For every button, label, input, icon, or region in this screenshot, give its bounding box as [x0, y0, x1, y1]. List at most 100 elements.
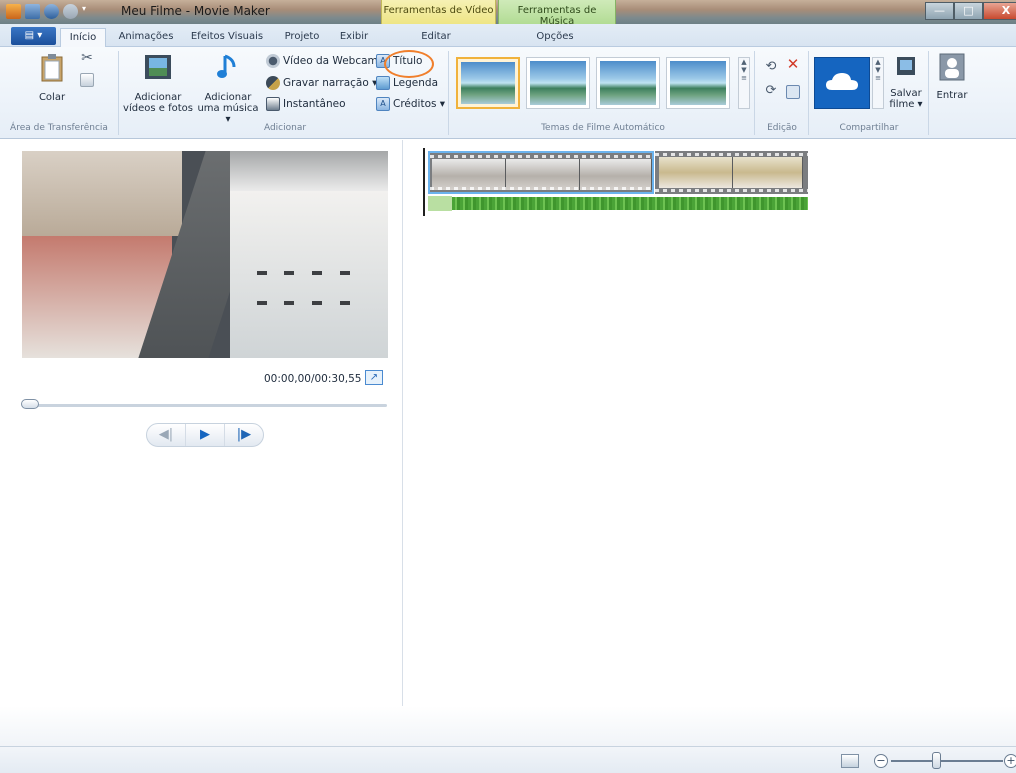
theme-thumbnail [670, 61, 726, 105]
theme-thumbnail [461, 62, 515, 104]
caption-button[interactable]: Legenda [376, 76, 438, 90]
minimize-button[interactable]: — [925, 2, 954, 20]
save-movie-icon [897, 57, 915, 75]
tab-projeto[interactable]: Projeto [278, 28, 326, 47]
redo-icon[interactable] [63, 4, 78, 19]
group-label-themes: Temas de Filme Automático [541, 123, 665, 133]
audio-waveform [452, 197, 808, 210]
movie-theme-2[interactable] [526, 57, 590, 109]
video-content [22, 151, 182, 236]
clip-frame [733, 157, 803, 188]
user-icon [939, 53, 965, 81]
zoom-out-button[interactable]: − [874, 754, 888, 768]
title-bar: ▾ Meu Filme - Movie Maker Ferramentas de… [0, 0, 1016, 27]
zoom-slider[interactable] [891, 760, 1003, 762]
ribbon: Colar ✂ Área de Transferência Adicionar … [0, 47, 1016, 139]
remove-button[interactable]: ✕ [784, 57, 802, 72]
movie-theme-4[interactable] [666, 57, 730, 109]
play-button[interactable]: ▶ [185, 424, 225, 446]
group-label-share: Compartilhar [839, 123, 899, 133]
snapshot-button[interactable]: Instantâneo [266, 97, 346, 111]
video-clip-2[interactable] [655, 151, 808, 194]
caption-label: Legenda [393, 77, 439, 89]
scissors-icon: ✂ [81, 50, 93, 66]
paste-button[interactable]: Colar [30, 53, 74, 103]
movie-theme-default[interactable] [456, 57, 520, 109]
copy-button[interactable] [78, 73, 96, 90]
save-icon[interactable] [25, 4, 40, 19]
plus-icon: + [1006, 754, 1016, 767]
playhead[interactable] [423, 148, 425, 216]
group-label-clipboard: Área de Transferência [10, 123, 108, 133]
add-music-button[interactable]: Adicionar uma música ▾ [194, 53, 262, 125]
undo-icon[interactable] [44, 4, 59, 19]
record-narration-button[interactable]: Gravar narração ▾ [266, 76, 377, 90]
seek-thumb[interactable] [21, 399, 39, 409]
copy-icon [80, 73, 94, 87]
rotate-right-icon: ⟳ [765, 83, 777, 98]
previous-frame-button[interactable]: ◀| [147, 424, 185, 446]
expand-icon: ↗ [369, 372, 379, 383]
file-menu-button[interactable]: ▤ ▾ [11, 27, 56, 45]
tab-opcoes[interactable]: Opções [530, 28, 580, 47]
paste-icon [41, 54, 63, 82]
video-content [340, 271, 350, 275]
clip-frame [659, 157, 733, 188]
select-all-icon [786, 85, 800, 99]
sign-in-button[interactable]: Entrar [932, 53, 972, 101]
playback-controls: ◀| ▶ |▶ [146, 423, 264, 447]
film-photo-icon [145, 55, 171, 79]
credits-button[interactable]: A Créditos ▾ [376, 97, 445, 111]
sign-in-label: Entrar [936, 90, 968, 101]
music-track[interactable] [428, 196, 808, 211]
tab-editar[interactable]: Editar [410, 28, 462, 47]
select-all-button[interactable] [784, 85, 802, 102]
zoom-slider-thumb[interactable] [932, 752, 941, 769]
video-content [312, 271, 322, 275]
themes-gallery-scroll[interactable]: ▲ ▼ ≡ [738, 57, 750, 109]
cut-button[interactable]: ✂ [78, 50, 96, 66]
ribbon-separator [808, 51, 809, 135]
rotate-left-icon: ⟲ [765, 59, 777, 74]
cloud-icon [826, 73, 858, 90]
share-gallery-scroll[interactable]: ▲ ▼ ≡ [872, 57, 884, 109]
add-videos-photos-button[interactable]: Adicionar vídeos e fotos [122, 53, 194, 114]
movie-theme-3[interactable] [596, 57, 660, 109]
customize-quick-access-icon[interactable]: ▾ [82, 4, 91, 19]
caption-icon [376, 76, 390, 90]
tab-efeitos-visuais[interactable]: Efeitos Visuais [188, 28, 266, 47]
rotate-right-button[interactable]: ⟳ [762, 83, 780, 98]
zoom-in-button[interactable]: + [1004, 754, 1016, 768]
add-videos-label-line2: vídeos e fotos [123, 103, 193, 114]
ribbon-separator [928, 51, 929, 135]
video-preview[interactable] [22, 151, 388, 358]
save-movie-button[interactable]: Salvar filme ▾ [886, 53, 926, 110]
webcam-video-button[interactable]: Vídeo da Webcam [266, 54, 378, 68]
share-onedrive-button[interactable] [814, 57, 870, 109]
fullscreen-button[interactable]: ↗ [365, 370, 383, 385]
save-movie-label-line1: Salvar [890, 88, 922, 99]
thumbnail-size-icon[interactable] [841, 754, 859, 768]
next-frame-button[interactable]: |▶ [225, 424, 263, 446]
paste-label: Colar [38, 92, 66, 103]
group-label-add: Adicionar [263, 123, 307, 133]
save-movie-label-line2: filme ▾ [889, 99, 923, 110]
maximize-button[interactable]: □ [954, 2, 983, 20]
film-sprocket [430, 155, 652, 158]
rotate-left-button[interactable]: ⟲ [762, 59, 780, 74]
seek-bar[interactable] [26, 404, 387, 407]
tab-exibir[interactable]: Exibir [334, 28, 374, 47]
film-sprocket [430, 187, 652, 190]
credits-icon: A [376, 97, 390, 111]
tab-animacoes[interactable]: Animações [112, 28, 180, 47]
video-clip-1[interactable] [428, 151, 654, 194]
app-icon[interactable] [6, 4, 21, 19]
video-content [257, 301, 267, 305]
video-content [230, 151, 388, 191]
window-controls: — □ X [925, 2, 1016, 20]
film-sprocket [655, 153, 808, 156]
add-music-label-line2: uma música ▾ [197, 103, 259, 125]
tab-inicio[interactable]: Início [60, 28, 106, 47]
close-button[interactable]: X [983, 2, 1016, 20]
group-label-editing: Edição [767, 123, 797, 133]
